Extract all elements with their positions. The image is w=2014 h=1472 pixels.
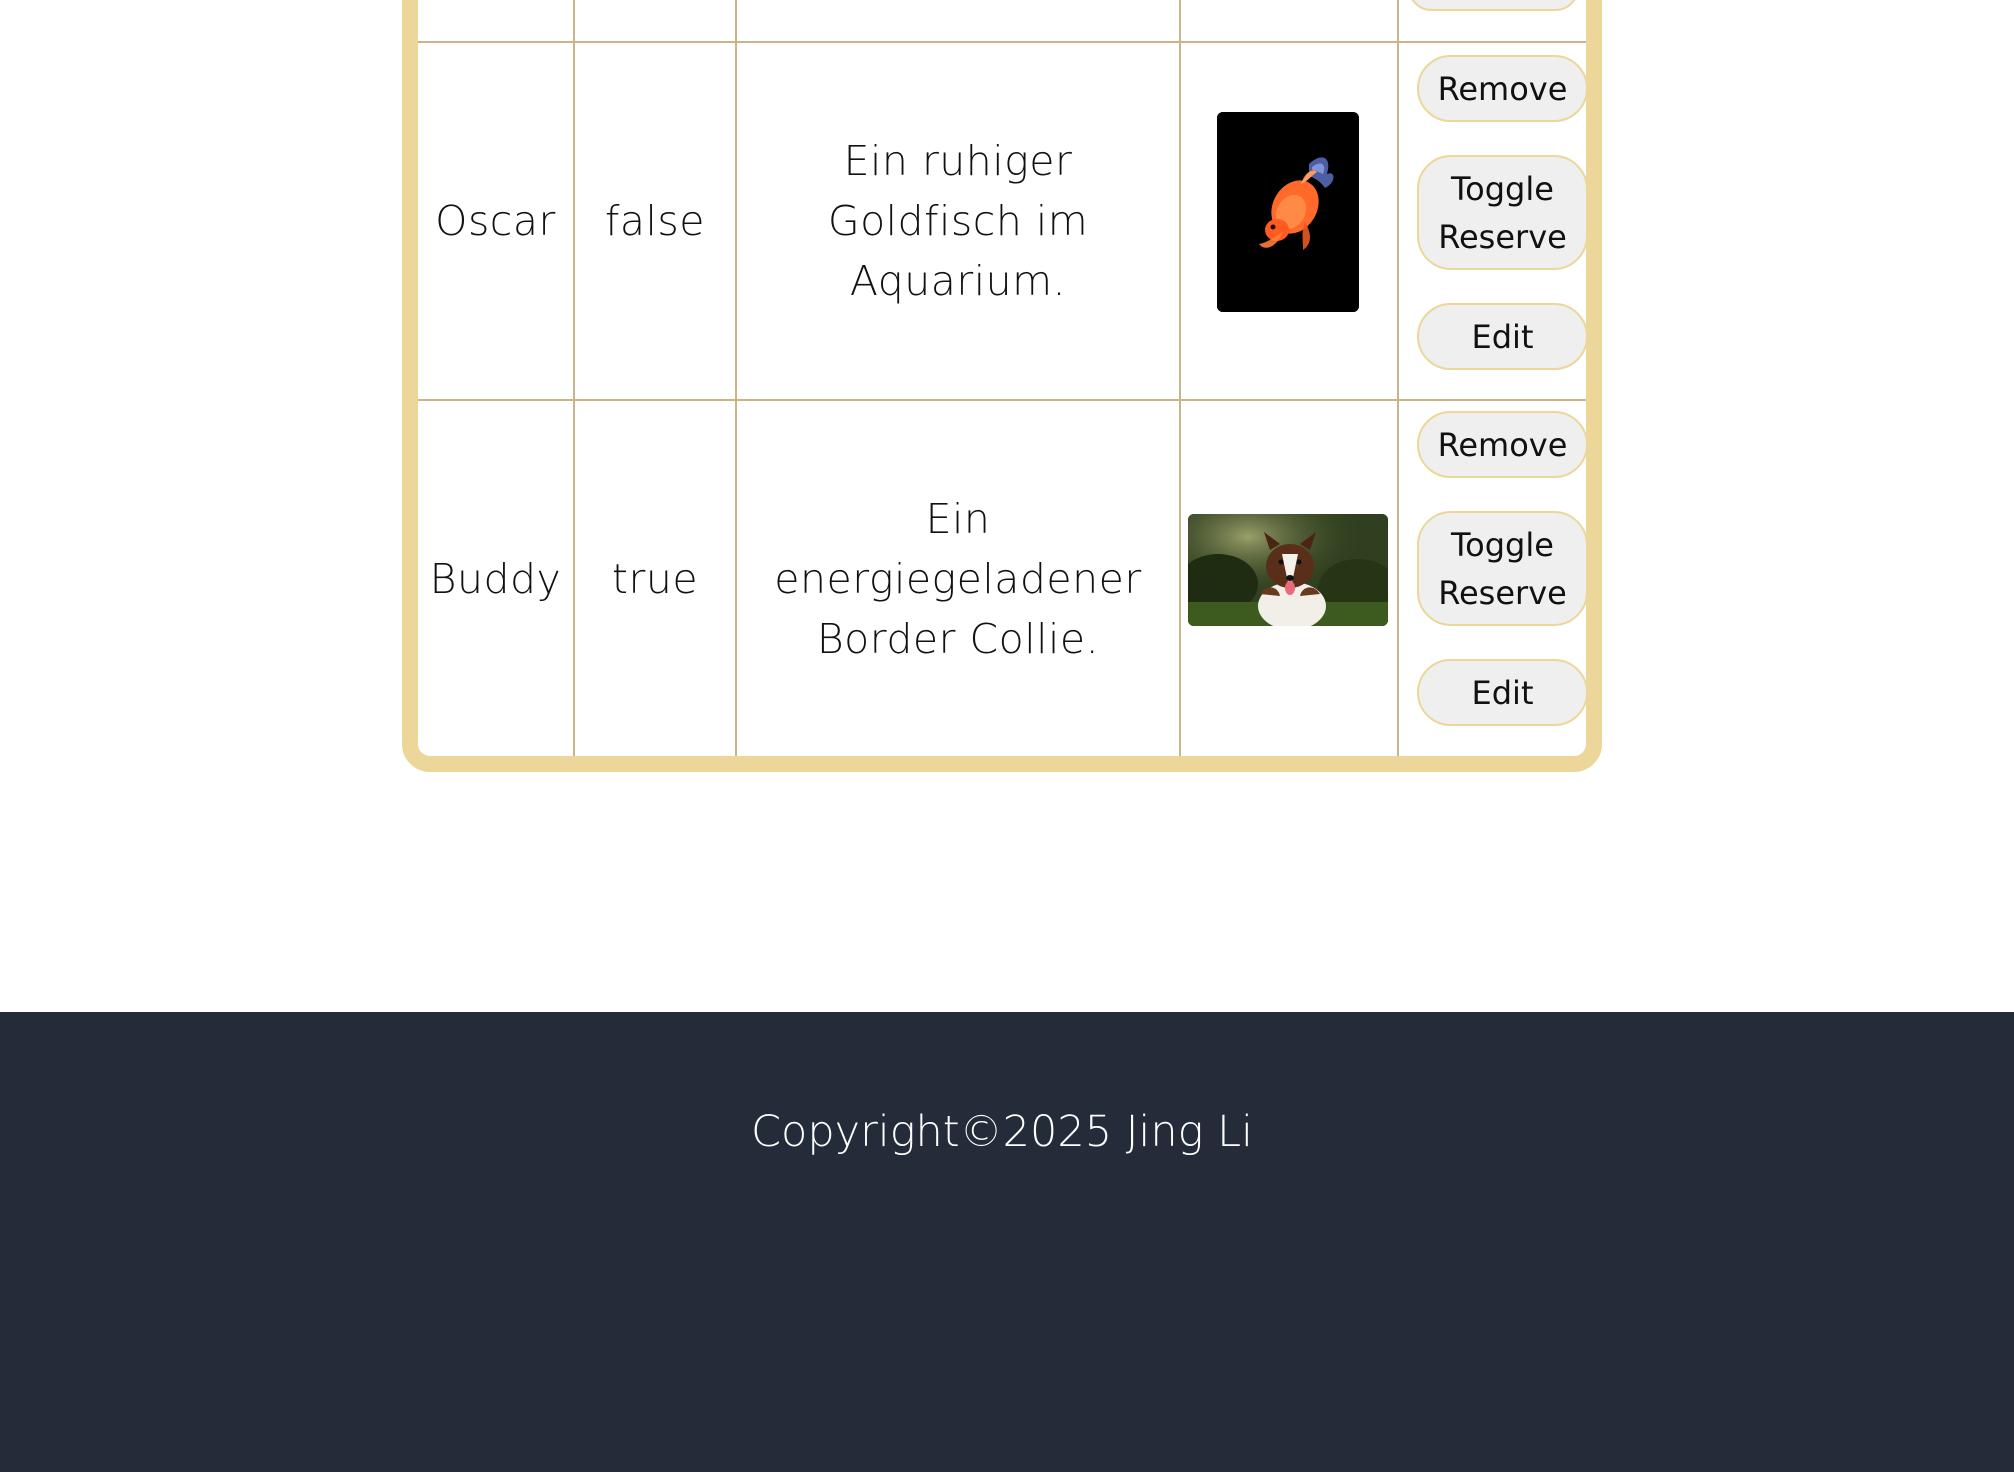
previous-row-edit-button[interactable] (1408, 0, 1579, 11)
pet-reserved-cell: false (604, 197, 706, 245)
pet-reserved-cell: true (611, 554, 699, 603)
pet-description-cell: Ein ruhiger Goldfisch im Aquarium. (827, 137, 1089, 305)
toggle-reserve-button[interactable]: Toggle Reserve (1417, 511, 1586, 626)
pet-description-cell: Ein energiegeladener Border Collie. (774, 494, 1142, 663)
pet-name-cell: Oscar (435, 197, 556, 245)
remove-button[interactable]: Remove (1417, 55, 1586, 122)
column-divider (1397, 0, 1399, 756)
toggle-reserve-button[interactable]: Toggle Reserve (1417, 155, 1586, 270)
dog-icon (1188, 514, 1388, 626)
actions-cell: Remove Toggle Reserve Edit (1408, 43, 1586, 399)
page: Oscar false Ein ruhiger Goldfisch im Aqu… (0, 0, 2014, 1472)
goldfish-icon (1217, 112, 1359, 312)
edit-button[interactable]: Edit (1417, 659, 1586, 726)
footer: Copyright©2025 Jing Li (0, 1012, 2014, 1472)
pets-table: Oscar false Ein ruhiger Goldfisch im Aqu… (402, 0, 1602, 772)
remove-button[interactable]: Remove (1417, 411, 1586, 478)
table-grid: Oscar false Ein ruhiger Goldfisch im Aqu… (418, 0, 1586, 756)
column-divider (1179, 0, 1181, 756)
copyright-text: Copyright©2025 Jing Li (751, 1107, 1253, 1157)
edit-button[interactable]: Edit (1417, 303, 1586, 370)
actions-cell: Remove Toggle Reserve Edit (1408, 401, 1586, 756)
pet-name-cell: Buddy (429, 554, 562, 603)
border-collie-image (1188, 514, 1388, 626)
goldfish-image (1217, 112, 1359, 312)
